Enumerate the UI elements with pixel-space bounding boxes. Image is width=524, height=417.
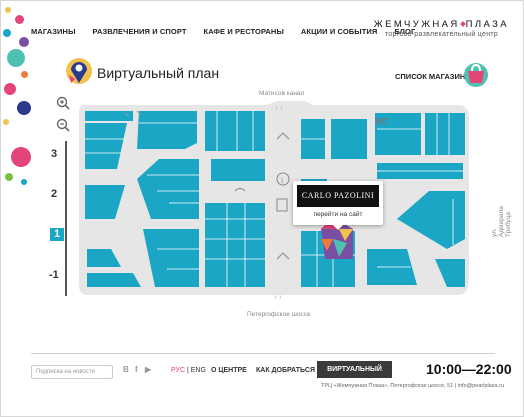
top-nav: МАГАЗИНЫ РАЗВЛЕЧЕНИЯ И СПОРТ КАФЕ И РЕСТ… bbox=[31, 27, 432, 36]
svg-text:↑ ↑: ↑ ↑ bbox=[274, 295, 282, 301]
footer-divider bbox=[31, 353, 495, 354]
svg-text:↓ ↓: ↓ ↓ bbox=[275, 105, 283, 111]
brand-subtitle: торгово-развлекательный центр bbox=[384, 31, 499, 38]
store-block bbox=[205, 111, 265, 151]
decorative-pattern bbox=[1, 1, 33, 191]
footer-address: ТРЦ «Жемчужная Плаза», Петергофское шосс… bbox=[321, 383, 505, 389]
nav-item-shops[interactable]: МАГАЗИНЫ bbox=[31, 27, 76, 36]
floor-minus1-button[interactable]: -1 bbox=[49, 269, 59, 281]
store-block bbox=[87, 273, 141, 287]
store-block bbox=[211, 159, 265, 181]
store-block bbox=[137, 111, 197, 149]
store-block bbox=[205, 203, 265, 287]
floor-plan-map[interactable]: WC i ↓ ↓ ↑ ↑ bbox=[77, 99, 481, 303]
store-block bbox=[425, 113, 465, 155]
store-block bbox=[85, 111, 133, 121]
brand-title: ЖЕМЧУЖНАЯ ПЛАЗА bbox=[373, 19, 509, 30]
youtube-icon[interactable]: ▶ bbox=[145, 365, 151, 374]
street-label-right: ул. Адмирала Трибуца bbox=[491, 206, 512, 237]
lang-en-link[interactable]: ENG bbox=[191, 367, 206, 374]
nav-item-events[interactable]: АКЦИИ И СОБЫТИЯ bbox=[301, 27, 377, 36]
virtual-plan-button[interactable]: ВИРТУАЛЬНЫЙ ПЛАН bbox=[317, 361, 392, 390]
map-pin-icon bbox=[66, 58, 92, 84]
shopping-bag-icon[interactable] bbox=[462, 61, 490, 87]
newsletter-input[interactable]: Подписка на новости bbox=[31, 365, 113, 379]
store-site-link[interactable]: перейти на сайт bbox=[293, 211, 383, 218]
lang-separator: | bbox=[186, 367, 189, 374]
vk-icon[interactable]: B bbox=[123, 365, 129, 374]
zoom-out-icon[interactable] bbox=[56, 118, 70, 132]
floor-track bbox=[65, 141, 67, 296]
brand-diamond-icon bbox=[459, 21, 466, 28]
store-popup: CARLO PAZOLINI перейти на сайт bbox=[293, 181, 383, 230]
store-block bbox=[331, 119, 367, 159]
route-link[interactable]: КАК ДОБРАТЬСЯ bbox=[256, 367, 315, 374]
page-title: Виртуальный план bbox=[97, 65, 220, 81]
facebook-icon[interactable]: f bbox=[135, 365, 138, 374]
opening-hours: 10:00—22:00 bbox=[426, 361, 512, 377]
brand-logo[interactable]: ЖЕМЧУЖНАЯ ПЛАЗА торгово-развлекательный ц… bbox=[374, 19, 509, 38]
about-link[interactable]: О ЦЕНТРЕ bbox=[211, 367, 247, 374]
floor-1-button[interactable]: 1 bbox=[50, 228, 64, 241]
wc-label: WC bbox=[375, 117, 389, 126]
floor-3-button[interactable]: 3 bbox=[51, 148, 57, 160]
nav-item-cafes[interactable]: КАФЕ И РЕСТОРАНЫ bbox=[204, 27, 284, 36]
store-logo: CARLO PAZOLINI bbox=[297, 185, 379, 207]
language-switcher: РУС | ENG bbox=[171, 367, 206, 374]
street-label-bottom: Петергофское шоссе bbox=[247, 311, 311, 318]
street-label-top: Матисов канал bbox=[259, 90, 305, 97]
lang-ru-link[interactable]: РУС bbox=[171, 367, 185, 374]
page-frame: МАГАЗИНЫ РАЗВЛЕЧЕНИЯ И СПОРТ КАФЕ И РЕСТ… bbox=[0, 0, 524, 417]
zoom-in-icon[interactable] bbox=[56, 96, 70, 110]
nav-item-entertainment[interactable]: РАЗВЛЕЧЕНИЯ И СПОРТ bbox=[93, 27, 187, 36]
floor-2-button[interactable]: 2 bbox=[51, 188, 57, 200]
